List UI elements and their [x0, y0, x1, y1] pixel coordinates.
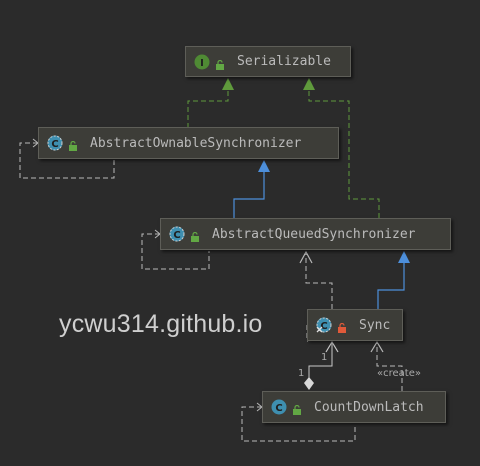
edge-aqs-extends-aos [233, 171, 265, 218]
arrowhead-aqs-aos [258, 160, 270, 172]
svg-text:I: I [200, 58, 204, 69]
edge-sync-extends-aqs [377, 263, 405, 309]
public-lock-icon [68, 138, 78, 151]
class-name: CountDownLatch [314, 399, 424, 415]
multiplicity-label-cdl-end: 1 [298, 368, 305, 379]
public-lock-icon [215, 57, 225, 70]
abstract-class-icon: C [47, 135, 63, 151]
arrowhead-aos-serializable [222, 78, 234, 90]
node-count-down-latch[interactable]: C CountDownLatch [262, 391, 446, 423]
inner-abstract-class-icon: C [316, 317, 332, 333]
edge-cdl-create-sync [376, 343, 403, 391]
class-name: AbstractQueuedSynchronizer [212, 226, 416, 242]
interface-icon: I [194, 54, 210, 70]
create-stereotype-label: «create» [377, 368, 421, 379]
abstract-class-icon: C [169, 226, 185, 242]
multiplicity-label-sync-end: 1 [321, 352, 328, 363]
class-name: Serializable [237, 54, 331, 69]
edge-sync-depends-aqs [305, 254, 333, 309]
public-lock-icon [292, 402, 302, 415]
watermark-text: ycwu314.github.io [59, 310, 263, 338]
svg-text:C: C [320, 321, 327, 332]
node-sync[interactable]: C Sync [307, 309, 403, 341]
class-icon: C [271, 399, 287, 415]
composition-diamond [304, 377, 314, 390]
class-name: AbstractOwnableSynchronizer [90, 135, 302, 151]
uml-diagram-canvas: I Serializable C AbstractOwnableSynchron… [0, 0, 480, 466]
public-lock-icon [190, 229, 200, 242]
node-abstract-ownable-synchronizer[interactable]: C AbstractOwnableSynchronizer [38, 127, 339, 159]
private-lock-icon [337, 320, 347, 333]
edge-aos-implements-serializable [187, 80, 229, 128]
node-serializable[interactable]: I Serializable [185, 46, 351, 77]
svg-text:C: C [275, 403, 282, 414]
class-name: Sync [359, 317, 391, 333]
svg-text:C: C [173, 230, 180, 241]
arrowhead-sync-aqs [398, 251, 410, 263]
arrowhead-aqs-serializable [303, 78, 315, 90]
node-abstract-queued-synchronizer[interactable]: C AbstractQueuedSynchronizer [160, 218, 451, 250]
svg-text:C: C [51, 139, 58, 150]
